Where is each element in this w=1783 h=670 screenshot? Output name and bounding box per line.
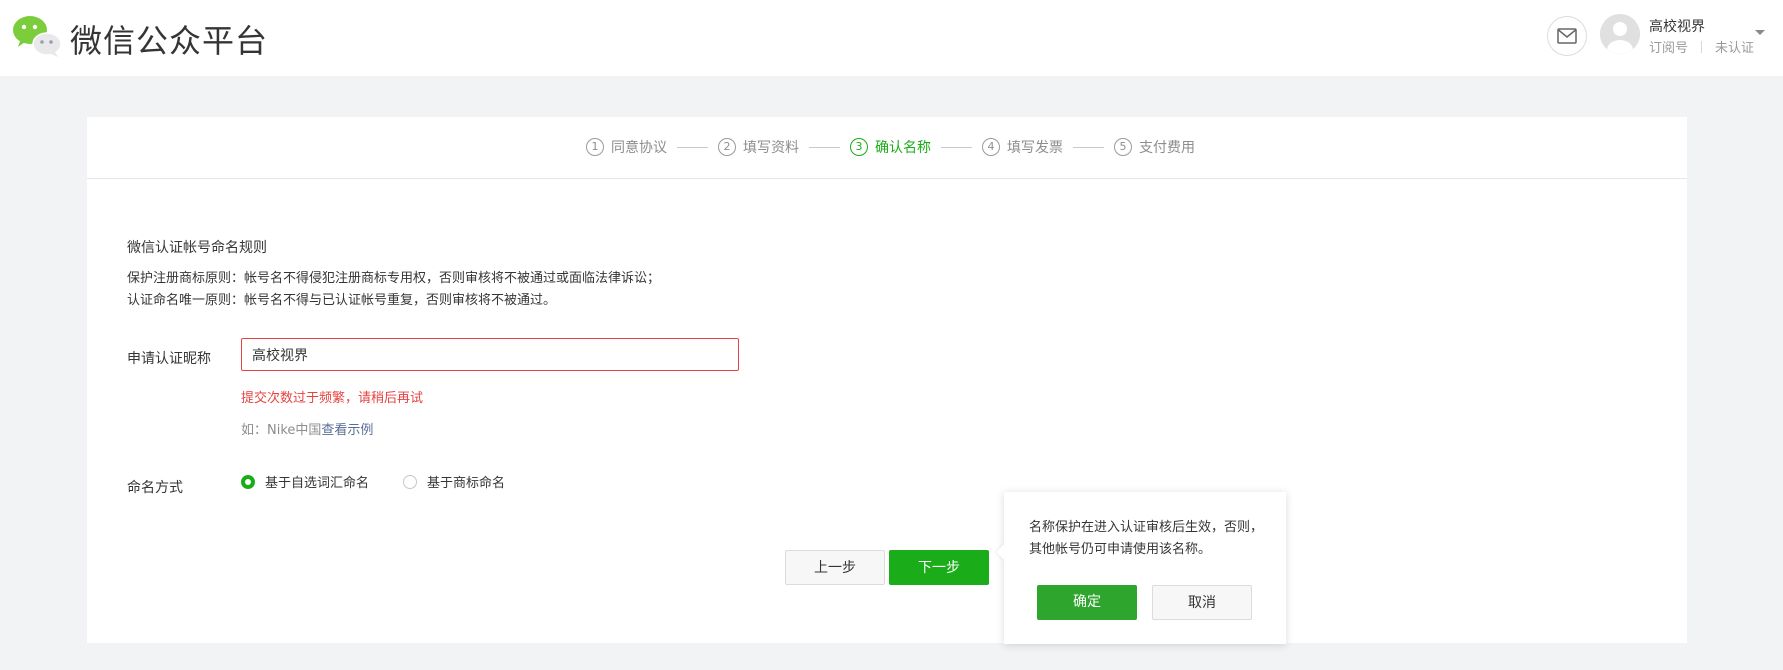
radio-label[interactable]: 基于自选词汇命名	[265, 472, 369, 491]
step-label: 确认名称	[875, 140, 931, 156]
step-number: 1	[586, 138, 604, 156]
step-2: 2 填写资料	[718, 137, 799, 157]
step-connector	[809, 146, 840, 148]
message-button[interactable]	[1547, 16, 1587, 56]
radio-unchecked-icon[interactable]	[403, 474, 418, 489]
nickname-label: 申请认证昵称	[127, 351, 211, 367]
naming-mode-radio-group: 基于自选词汇命名 基于商标命名	[241, 472, 539, 491]
prev-step-button[interactable]: 上一步	[785, 550, 885, 585]
radio-checked-icon[interactable]	[241, 474, 255, 489]
confirm-popover: 名称保护在进入认证审核后生效，否则，其他帐号仍可申请使用该名称。 确定 取消	[1004, 492, 1286, 644]
mail-icon	[1557, 28, 1577, 44]
next-step-button[interactable]: 下一步	[889, 550, 989, 585]
example-hint: 如：Nike中国查看示例	[241, 419, 373, 438]
rule-trademark: 保护注册商标原则：帐号名不得侵犯注册商标专用权，否则审核将不被通过或面临法律诉讼…	[127, 271, 661, 286]
avatar[interactable]	[1600, 14, 1640, 54]
step-connector	[677, 146, 708, 148]
chevron-down-icon[interactable]	[1755, 30, 1765, 35]
step-number: 4	[982, 138, 1000, 156]
step-1: 1 同意协议	[586, 137, 667, 157]
confirm-button[interactable]: 确定	[1037, 585, 1137, 620]
step-number: 5	[1114, 138, 1132, 156]
brand-title[interactable]: 微信公众平台	[70, 16, 268, 62]
radio-custom-words[interactable]: 基于自选词汇命名	[241, 472, 369, 491]
cancel-button[interactable]: 取消	[1152, 585, 1252, 620]
step-label: 同意协议	[611, 140, 667, 156]
naming-mode-label: 命名方式	[127, 480, 183, 496]
divider	[1701, 40, 1703, 53]
top-header: 微信公众平台 高校视界 订阅号 未认证	[0, 0, 1783, 76]
radio-label[interactable]: 基于商标命名	[427, 472, 505, 491]
error-message: 提交次数过于频繁，请稍后再试	[241, 391, 424, 406]
wechat-logo-icon[interactable]	[11, 14, 63, 58]
rule-unique: 认证命名唯一原则：帐号名不得与已认证帐号重复，否则审核将不被通过。	[127, 293, 557, 308]
step-label: 支付费用	[1139, 140, 1195, 156]
rules-title: 微信认证帐号命名规则	[127, 240, 267, 256]
progress-steps: 1 同意协议 2 填写资料 3 确认名称 4 填写发票 5 支付费用	[586, 137, 1195, 157]
step-number: 3	[850, 138, 868, 156]
step-label: 填写发票	[1007, 140, 1063, 156]
main-card: 1 同意协议 2 填写资料 3 确认名称 4 填写发票 5 支付费用 微信认证帐…	[87, 117, 1687, 643]
nickname-input[interactable]	[241, 338, 739, 371]
user-avatar-icon	[1600, 14, 1640, 54]
step-connector	[941, 146, 972, 148]
account-meta: 订阅号 未认证	[1649, 37, 1754, 56]
popover-message: 名称保护在进入认证审核后生效，否则，其他帐号仍可申请使用该名称。	[1029, 520, 1264, 557]
view-example-link[interactable]: 查看示例	[321, 423, 373, 438]
account-type: 订阅号	[1649, 41, 1689, 56]
steps-bar: 1 同意协议 2 填写资料 3 确认名称 4 填写发票 5 支付费用	[87, 117, 1687, 179]
step-label: 填写资料	[743, 140, 799, 156]
example-text: 如：Nike中国	[241, 423, 322, 438]
step-number: 2	[718, 138, 736, 156]
account-status: 未认证	[1715, 41, 1755, 56]
step-4: 4 填写发票	[982, 137, 1063, 157]
step-3: 3 确认名称	[850, 137, 931, 157]
step-connector	[1073, 146, 1104, 148]
radio-trademark[interactable]: 基于商标命名	[403, 472, 505, 491]
step-5: 5 支付费用	[1114, 137, 1195, 157]
account-name[interactable]: 高校视界	[1649, 16, 1705, 36]
